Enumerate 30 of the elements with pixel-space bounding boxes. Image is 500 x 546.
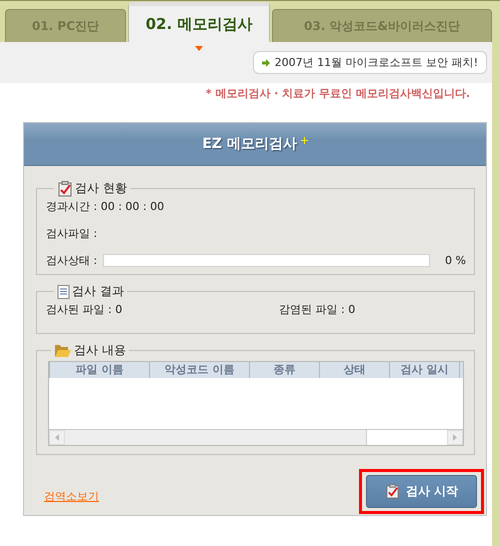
- plus-icon: [300, 136, 308, 144]
- panel-title: EZ 메모리검사: [202, 135, 297, 153]
- scan-state-label: 검사상태 :: [46, 253, 98, 268]
- column-header[interactable]: 파일 이름: [49, 362, 149, 378]
- clipboard-check-icon: [57, 180, 73, 196]
- column-header[interactable]: 상태: [319, 362, 389, 378]
- infected-files: 감염된 파일 : 0: [279, 302, 356, 317]
- scroll-right-icon[interactable]: [453, 434, 457, 441]
- tagline: * 메모리검사 · 치료가 무료인 메모리검사백신입니다.: [206, 87, 470, 100]
- caret-icon: [195, 46, 203, 51]
- group-title: 검사 현황: [75, 180, 127, 197]
- folder-icon: [54, 344, 72, 358]
- notice-link[interactable]: 2007년 11월 마이크로소프트 보안 패치!: [252, 51, 487, 74]
- column-header[interactable]: 검사 일시: [389, 362, 459, 378]
- column-header[interactable]: 악성코드 이름: [149, 362, 249, 378]
- group-title: 검사 내용: [74, 342, 126, 359]
- group-title: 검사 결과: [72, 283, 124, 300]
- scroll-left-icon[interactable]: [55, 434, 59, 441]
- notice-text: 2007년 11월 마이크로소프트 보안 패치!: [274, 55, 478, 70]
- arrow-right-icon: [262, 58, 270, 66]
- document-icon: [57, 284, 70, 298]
- column-header[interactable]: 종류: [249, 362, 319, 378]
- clipboard-check-icon: [384, 484, 400, 499]
- horizontal-scrollbar[interactable]: [49, 429, 463, 445]
- quarantine-link[interactable]: 검역소보기: [44, 479, 99, 504]
- elapsed-time: 경과시간 : 00 : 00 : 00: [46, 199, 166, 214]
- scanned-files: 검사된 파일 : 0: [46, 302, 124, 317]
- start-scan-button[interactable]: 검사 시작: [366, 475, 477, 508]
- scan-file: 검사파일 :: [46, 226, 98, 241]
- progress-percent: 0 %: [444, 254, 466, 267]
